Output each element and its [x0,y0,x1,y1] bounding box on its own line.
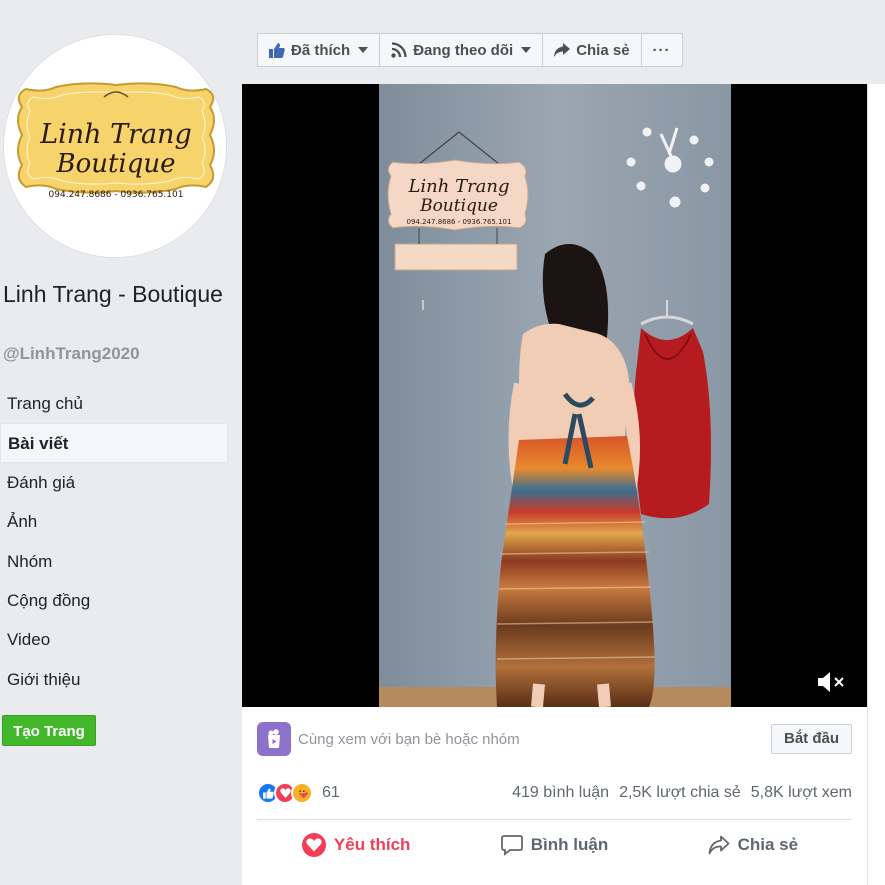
share-page-button[interactable]: Chia sẻ [543,34,642,66]
sign-phone: 094.247.8686 - 0936.765.101 [407,218,512,226]
comment-label: Bình luận [530,835,609,854]
rss-icon [391,42,407,58]
start-watch-party-button[interactable]: Bắt đầu [770,724,852,754]
view-count: 5,8K lượt xem [750,784,852,801]
nav-item-videos[interactable]: Video [0,620,228,659]
liked-label: Đã thích [291,41,351,59]
page-username[interactable]: @LinhTrang2020 [3,344,140,364]
nav-item-reviews[interactable]: Đánh giá [0,463,228,502]
comment-button[interactable]: Bình luận [455,829,653,861]
logo-title-line1: Linh Trang [39,119,192,150]
nav-item-community[interactable]: Cộng đồng [0,581,228,620]
share-arrow-icon [708,835,729,855]
comment-bubble-icon [500,835,523,856]
thumbs-up-icon [269,42,285,58]
nav-item-home[interactable]: Trang chủ [0,384,228,423]
video-frame: Linh Trang Boutique 094.247.8686 - 0936.… [379,84,731,707]
share-page-label: Chia sẻ [576,41,630,59]
share-post-button[interactable]: Chia sẻ [654,829,852,861]
chevron-down-icon [521,47,532,53]
boutique-logo: Linh Trang Boutique 094.247.8686 - 0936.… [4,35,226,257]
actions-divider [257,819,852,820]
share-count[interactable]: 2,5K lượt chia sẻ [619,784,741,802]
sign-title-line1: Linh Trang [407,176,509,197]
nav-item-photos[interactable]: Ảnh [0,502,228,541]
page-action-bar: Đã thích Đang theo dõi Chia sẻ ··· [257,33,683,67]
watch-party-text: Cùng xem với bạn bè hoặc nhóm [298,730,520,748]
more-dots-icon: ··· [652,41,671,59]
care-reaction-icon [291,782,313,804]
page-sidebar: Linh Trang Boutique 094.247.8686 - 0936.… [0,22,242,885]
share-post-label: Chia sẻ [737,835,799,854]
create-page-button[interactable]: Tạo Trang [2,715,96,746]
reaction-count[interactable]: 61 [322,784,340,802]
nav-item-about[interactable]: Giới thiệu [0,660,228,699]
comment-count[interactable]: 419 bình luận [512,784,609,802]
chevron-down-icon [358,47,369,53]
liked-button[interactable]: Đã thích [258,34,381,66]
video-player[interactable]: Linh Trang Boutique 094.247.8686 - 0936.… [242,84,867,707]
right-column-edge [867,84,885,885]
nav-item-posts[interactable]: Bài viết [0,423,228,463]
watch-party-icon [257,722,291,756]
heart-icon [301,833,326,857]
page-profile-picture[interactable]: Linh Trang Boutique 094.247.8686 - 0936.… [3,34,227,258]
post-actions: Yêu thích Bình luận Chia sẻ [257,829,852,861]
video-post: Linh Trang Boutique 094.247.8686 - 0936.… [242,84,867,885]
nav-item-groups[interactable]: Nhóm [0,542,228,581]
page-title[interactable]: Linh Trang - Boutique [3,279,233,310]
video-still-image: Linh Trang Boutique 094.247.8686 - 0936.… [379,84,731,707]
sign-title-line2: Boutique [419,196,498,216]
more-options-button[interactable]: ··· [642,34,682,66]
reaction-icons[interactable] [257,782,313,804]
page-nav: Trang chủ Bài viết Đánh giá Ảnh Nhóm Cộn… [0,384,228,699]
mute-icon[interactable] [817,671,845,693]
love-label: Yêu thích [333,835,411,854]
watch-party-bar: Cùng xem với bạn bè hoặc nhóm Bắt đầu [257,722,852,756]
following-label: Đang theo dõi [413,41,514,59]
logo-phone: 094.247.8686 - 0936.765.101 [49,190,184,200]
love-button[interactable]: Yêu thích [257,829,455,861]
following-button[interactable]: Đang theo dõi [380,34,544,66]
post-stats: 61 419 bình luận 2,5K lượt chia sẻ 5,8K … [257,781,852,805]
share-arrow-icon [554,43,571,57]
logo-title-line2: Boutique [55,149,175,179]
